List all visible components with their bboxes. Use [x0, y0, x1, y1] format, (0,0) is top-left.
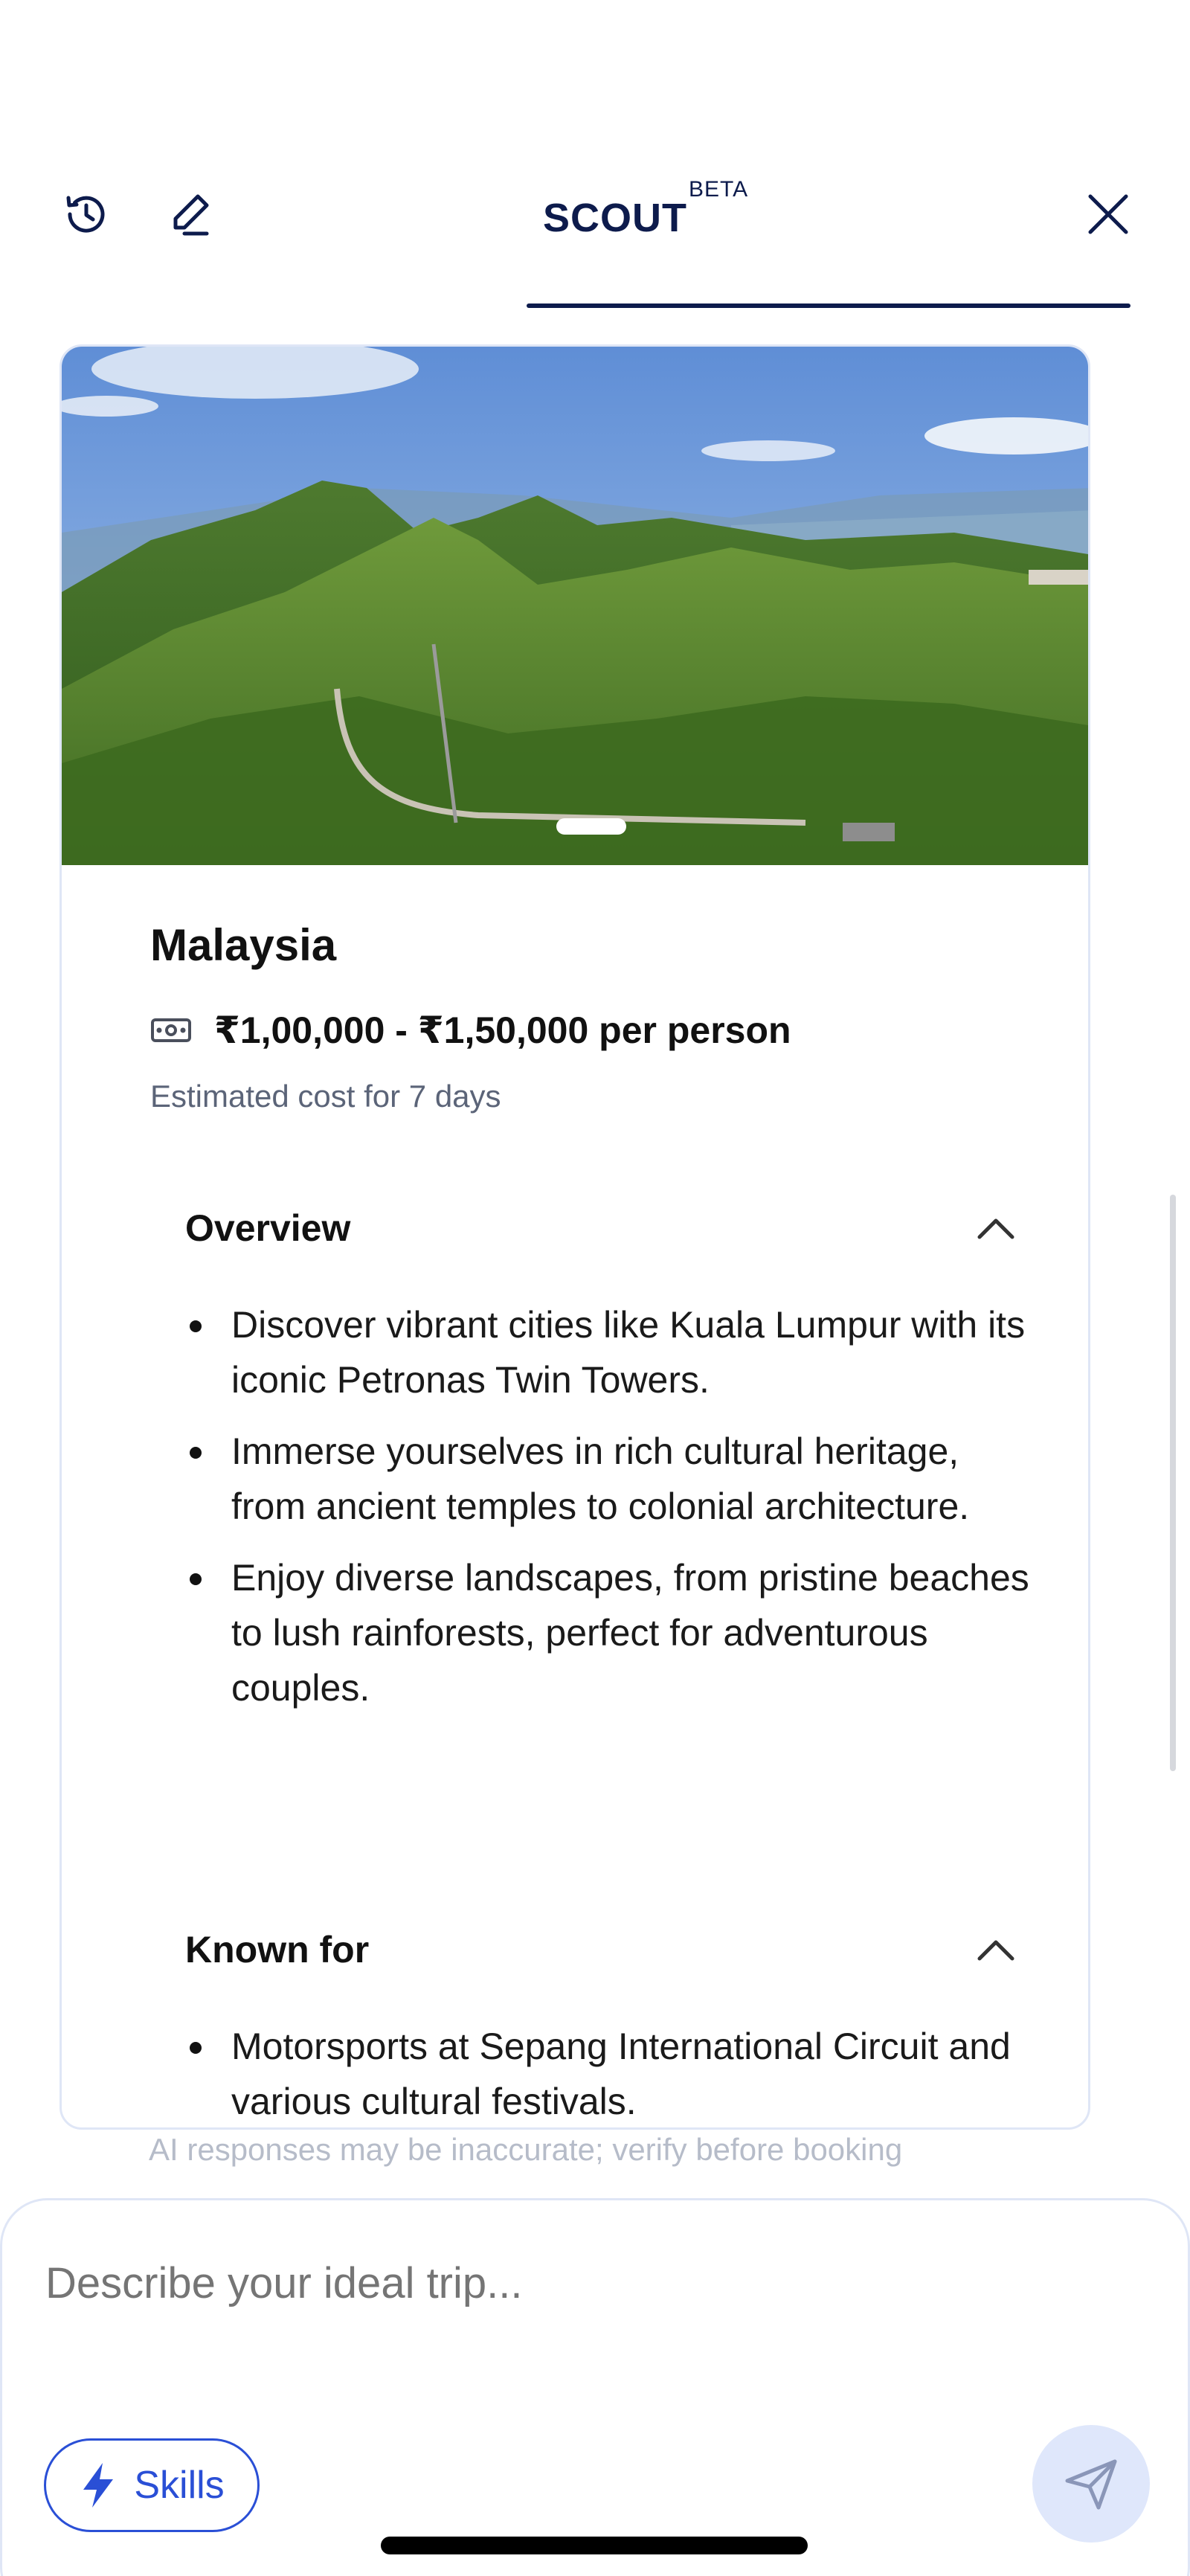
overview-title: Overview: [185, 1207, 351, 1249]
known-for-list: Motorsports at Sepang International Circ…: [185, 2019, 1041, 2127]
close-button[interactable]: [1078, 184, 1138, 244]
ai-disclaimer: AI responses may be inaccurate; verify b…: [149, 2132, 1116, 2168]
price-note: Estimated cost for 7 days: [150, 1079, 501, 1114]
destination-image[interactable]: [62, 347, 1088, 865]
list-item: Immerse yourselves in rich cultural heri…: [185, 1424, 1041, 1534]
history-icon: [66, 196, 105, 233]
close-icon: [1088, 194, 1128, 234]
lightning-icon: [83, 2463, 114, 2508]
skills-button[interactable]: Skills: [44, 2438, 260, 2532]
list-item: Enjoy diverse landscapes, from pristine …: [185, 1550, 1041, 1715]
trip-description-input[interactable]: [45, 2258, 1012, 2308]
beta-badge: BETA: [689, 177, 749, 202]
scrollbar[interactable]: [1170, 1195, 1176, 1771]
destination-card[interactable]: Malaysia ₹1,00,000 - ₹1,50,000 per perso…: [60, 344, 1090, 2130]
overview-list: Discover vibrant cities like Kuala Lumpu…: [185, 1297, 1041, 1732]
header: SCOUTBETA: [0, 149, 1190, 312]
price-row: ₹1,00,000 - ₹1,50,000 per person: [150, 1009, 791, 1052]
overview-section-toggle[interactable]: Overview: [185, 1207, 1018, 1250]
money-icon: [151, 1018, 191, 1042]
price-range: ₹1,00,000 - ₹1,50,000 per person: [214, 1009, 791, 1051]
carousel-indicator[interactable]: [556, 818, 626, 835]
chevron-up-icon: [977, 1218, 1014, 1239]
destination-name: Malaysia: [150, 920, 337, 970]
app-title: SCOUTBETA: [543, 177, 748, 241]
list-item: Motorsports at Sepang International Circ…: [185, 2019, 1041, 2127]
edit-icon: [173, 194, 209, 236]
chevron-up-icon: [977, 1940, 1014, 1961]
skills-label: Skills: [134, 2464, 225, 2507]
message-composer: Skills: [0, 2198, 1190, 2576]
send-button[interactable]: [1032, 2425, 1150, 2543]
known-for-section-toggle[interactable]: Known for: [185, 1928, 1018, 1971]
title-text: SCOUT: [543, 196, 687, 240]
home-indicator: [381, 2537, 808, 2554]
landscape-image: [62, 347, 1088, 865]
edit-button[interactable]: [159, 184, 219, 244]
history-button[interactable]: [57, 184, 116, 244]
known-for-title: Known for: [185, 1929, 370, 1970]
list-item: Discover vibrant cities like Kuala Lumpu…: [185, 1297, 1041, 1407]
send-icon: [1065, 2459, 1117, 2510]
active-tab-underline: [527, 303, 1130, 308]
